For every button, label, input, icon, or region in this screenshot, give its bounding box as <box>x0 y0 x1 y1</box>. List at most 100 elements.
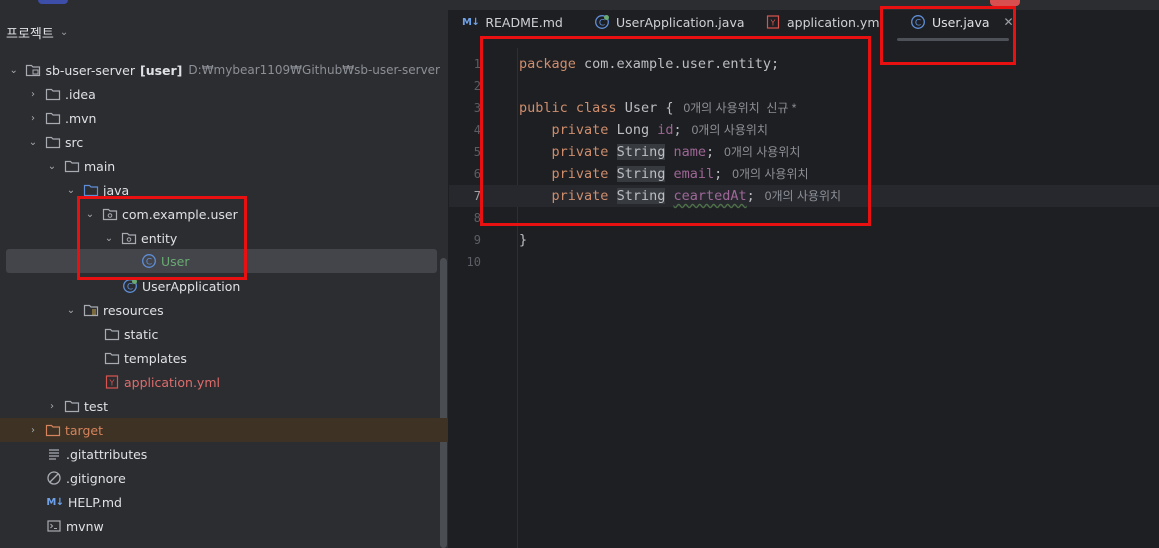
chevron-right-icon[interactable]: › <box>46 401 58 412</box>
chevron-right-icon[interactable]: › <box>27 89 39 100</box>
project-panel-title: 프로젝트 <box>6 26 54 42</box>
tree-item-label: .mvn <box>65 110 97 126</box>
folder-icon <box>104 326 120 342</box>
tab-readme[interactable]: M↓ README.md <box>462 10 563 34</box>
close-window-button[interactable] <box>990 0 1020 6</box>
tree-item-label: User <box>161 253 190 269</box>
type-name: String <box>616 144 666 160</box>
tree-item-label: entity <box>141 230 178 246</box>
tree-item-label: .idea <box>65 86 96 102</box>
tree-item-static[interactable]: static <box>0 322 440 346</box>
project-scrollbar[interactable] <box>440 258 447 548</box>
tree-item-user[interactable]: C User <box>6 249 437 273</box>
chevron-down-icon[interactable]: ⌄ <box>65 185 77 196</box>
tree-item-idea[interactable]: › .idea <box>0 82 440 106</box>
semicolon: ; <box>706 144 715 160</box>
field-name-typo: ceartedAt <box>673 188 747 204</box>
package-icon <box>121 230 137 246</box>
excluded-folder-icon <box>45 422 61 438</box>
tree-item-src[interactable]: ⌄ src <box>0 130 440 154</box>
line-number: 5 <box>473 145 481 159</box>
chevron-down-icon[interactable]: ⌄ <box>8 65 19 76</box>
keyword: public <box>519 100 568 116</box>
spring-class-icon: C <box>122 278 138 294</box>
tree-item-mvnw[interactable]: mvnw <box>0 514 440 538</box>
module-name-label: [user] <box>139 62 183 78</box>
tree-item-help-md[interactable]: M↓ HELP.md <box>0 490 440 514</box>
usage-hint[interactable]: 0개의 사용위치 <box>724 145 800 159</box>
tree-item-userapplication[interactable]: C UserApplication <box>0 274 440 298</box>
tree-item-label: UserApplication <box>142 278 241 294</box>
tab-application-yml[interactable]: Y application.yml <box>765 10 883 34</box>
code-line-9[interactable]: } <box>519 229 527 251</box>
project-panel-header[interactable]: 프로젝트 ⌄ <box>0 20 68 44</box>
chevron-down-icon[interactable]: ⌄ <box>103 233 115 244</box>
line-number: 3 <box>473 101 481 115</box>
tree-item-label: src <box>65 134 84 150</box>
close-icon[interactable]: ✕ <box>1004 15 1014 29</box>
tree-item-label: target <box>65 422 104 438</box>
tree-item-label: com.example.user <box>122 206 238 222</box>
tree-item-package[interactable]: ⌄ com.example.user <box>0 202 440 226</box>
tree-item-test[interactable]: › test <box>0 394 440 418</box>
type-name: Long <box>616 122 650 138</box>
chevron-down-icon[interactable]: ⌄ <box>60 27 68 38</box>
tree-item-main[interactable]: ⌄ main <box>0 154 440 178</box>
spring-class-icon: C <box>594 14 610 30</box>
tab-userapplication[interactable]: C UserApplication.java <box>594 10 745 34</box>
svg-text:C: C <box>599 19 605 29</box>
tree-item-target[interactable]: › target <box>0 418 448 442</box>
chevron-right-icon[interactable]: › <box>27 425 39 436</box>
code-line-6[interactable]: private String email; 0개의 사용위치 <box>519 163 809 185</box>
line-number: 4 <box>473 123 481 137</box>
line-number: 10 <box>466 255 481 269</box>
tree-item-label: java <box>103 182 130 198</box>
text-file-icon <box>46 446 62 462</box>
tree-item-label: main <box>84 158 116 174</box>
usage-hint[interactable]: 0개의 사용위치 <box>692 123 768 137</box>
svg-text:C: C <box>146 258 152 268</box>
chevron-down-icon[interactable]: ⌄ <box>65 305 77 316</box>
code-line-5[interactable]: private String name; 0개의 사용위치 <box>519 141 800 163</box>
tree-item-gitignore[interactable]: .gitignore <box>0 466 440 490</box>
tab-user-java[interactable]: C User.java ✕ <box>910 10 1014 34</box>
module-path-label: D:₩mybear1109₩Github₩sb-user-server <box>188 63 440 77</box>
tab-label: UserApplication.java <box>616 14 745 30</box>
folder-icon <box>45 134 61 150</box>
usage-hint[interactable]: 0개의 사용위치 <box>765 189 841 203</box>
chevron-right-icon[interactable]: › <box>27 113 39 124</box>
markdown-icon: M↓ <box>462 16 480 28</box>
tree-item-gitattributes[interactable]: .gitattributes <box>0 442 440 466</box>
tree-item-mvn[interactable]: › .mvn <box>0 106 440 130</box>
folder-icon <box>45 110 61 126</box>
tree-item-label: .gitignore <box>66 470 126 486</box>
type-name: String <box>616 166 666 182</box>
tree-item-application-yml[interactable]: Y application.yml <box>0 370 440 394</box>
code-line-1[interactable]: package com.example.user.entity; <box>519 53 779 75</box>
chevron-down-icon[interactable]: ⌄ <box>27 137 39 148</box>
tree-item-label: test <box>84 398 109 414</box>
chevron-down-icon[interactable]: ⌄ <box>84 209 96 220</box>
svg-text:C: C <box>915 19 921 29</box>
usage-hint[interactable]: 0개의 사용위치 신규 * <box>683 101 796 115</box>
line-number: 9 <box>473 233 481 247</box>
tab-label: application.yml <box>787 14 883 30</box>
tree-item-label: application.yml <box>124 374 220 390</box>
semicolon: ; <box>746 188 755 204</box>
tree-item-label: .gitattributes <box>66 446 148 462</box>
code-line-7[interactable]: private String ceartedAt; 0개의 사용위치 <box>519 185 841 207</box>
tree-item-root[interactable]: ⌄ sb-user-server [user] D:₩mybear1109₩Gi… <box>0 58 440 82</box>
tree-item-templates[interactable]: templates <box>0 346 440 370</box>
field-name: name <box>673 144 706 160</box>
usage-hint[interactable]: 0개의 사용위치 <box>732 167 808 181</box>
semicolon: ; <box>714 166 723 182</box>
tree-item-java[interactable]: ⌄ java <box>0 178 440 202</box>
chevron-down-icon[interactable]: ⌄ <box>46 161 58 172</box>
code-line-4[interactable]: private Long id; 0개의 사용위치 <box>519 119 768 141</box>
code-line-3[interactable]: public class User {0개의 사용위치 신규 * <box>519 97 796 119</box>
module-folder-icon <box>25 62 41 78</box>
tree-item-entity[interactable]: ⌄ entity <box>0 226 440 250</box>
field-name: id <box>657 122 674 138</box>
line-number-current: 7 <box>473 189 481 203</box>
tree-item-resources[interactable]: ⌄ resources <box>0 298 440 322</box>
